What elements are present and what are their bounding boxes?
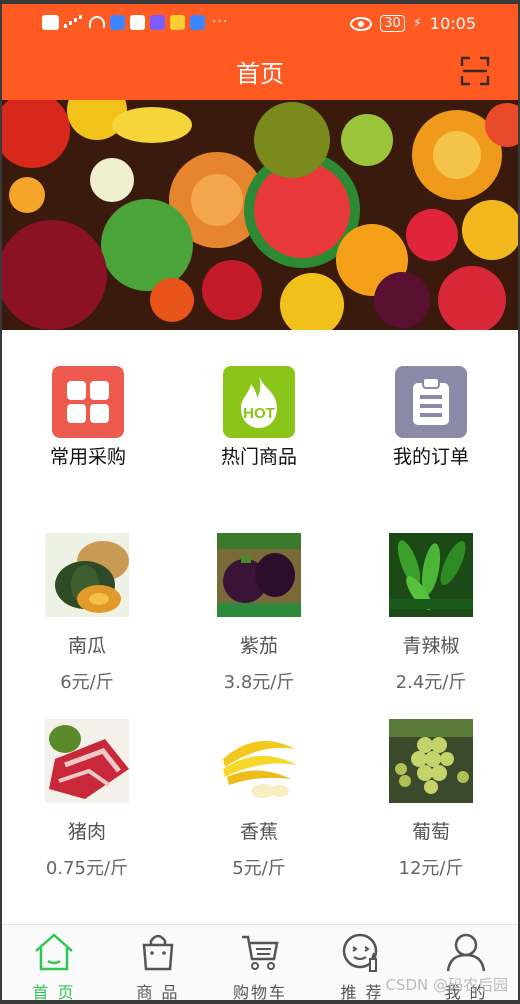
cap-icon <box>150 14 165 30</box>
tab-home[interactable]: 首 页 <box>4 931 104 1000</box>
product-card[interactable]: 猪肉 0.75元/斤 <box>12 719 162 880</box>
product-price: 0.75元/斤 <box>45 858 129 879</box>
banana-image <box>217 719 301 803</box>
tab-cart[interactable]: 购物车 <box>210 931 310 1000</box>
product-card[interactable]: 紫茄 3.8元/斤 <box>184 533 334 694</box>
svg-text:HOT: HOT <box>243 405 275 422</box>
recommend-icon <box>342 933 378 972</box>
pumpkin-image <box>45 533 129 617</box>
product-card[interactable]: 南瓜 6元/斤 <box>12 533 162 694</box>
app-notification-icon <box>130 14 145 30</box>
shield-icon <box>110 14 125 30</box>
home-icon <box>35 933 73 971</box>
fruit-banner[interactable] <box>2 100 518 330</box>
menu-item-hot[interactable]: HOT 热门商品 <box>194 366 324 469</box>
product-name: 南瓜 <box>67 635 106 657</box>
menu-label: 热门商品 <box>220 446 297 468</box>
music-icon <box>190 14 205 30</box>
product-name: 香蕉 <box>239 821 278 843</box>
product-name: 青辣椒 <box>402 635 460 657</box>
status-bar: ··· 30 ⚡ 10:05 <box>2 4 518 44</box>
charging-icon: ⚡ <box>412 16 422 31</box>
battery-level: 30 <box>380 15 405 32</box>
tab-label: 商 品 <box>136 983 180 1000</box>
watermark: CSDN @码农后园 <box>385 976 508 994</box>
product-price: 6元/斤 <box>60 672 114 693</box>
tab-products[interactable]: 商 品 <box>108 931 208 1000</box>
menu-label: 常用采购 <box>49 446 126 468</box>
quick-menu: 常用采购 HOT 热门商品 我的订单 <box>2 330 518 480</box>
menu-item-frequent[interactable]: 常用采购 <box>23 366 153 469</box>
scan-icon[interactable] <box>460 56 490 86</box>
tab-label: 购物车 <box>232 983 287 1000</box>
product-card[interactable]: 香蕉 5元/斤 <box>184 719 334 880</box>
green-pepper-image <box>389 533 473 617</box>
menu-label: 我的订单 <box>392 446 469 468</box>
gallery-icon <box>170 14 185 30</box>
pork-image <box>45 719 129 803</box>
grid-icon <box>52 366 124 438</box>
tab-label: 首 页 <box>32 983 76 1000</box>
menu-item-orders[interactable]: 我的订单 <box>366 366 496 469</box>
status-icons-right: 30 ⚡ 10:05 <box>350 14 476 33</box>
product-price: 5元/斤 <box>232 858 286 879</box>
product-card[interactable]: 青辣椒 2.4元/斤 <box>356 533 506 694</box>
product-grid: 南瓜 6元/斤 紫茄 3.8元/斤 青辣椒 2.4元/斤 猪肉 0.75元/斤 … <box>2 480 518 924</box>
more-notifications: ··· <box>212 14 229 30</box>
hd-icon <box>42 14 59 30</box>
status-icons-left: ··· <box>42 14 228 30</box>
top-bar: ··· 30 ⚡ 10:05 首页 <box>2 4 518 100</box>
product-price: 2.4元/斤 <box>395 672 467 693</box>
hot-fire-icon: HOT <box>223 366 295 438</box>
bottom-tab-bar: 首 页 商 品 购物车 推 荐 我 的 CSDN @码农后园 <box>2 924 518 1000</box>
wifi-icon <box>89 16 105 28</box>
bag-icon <box>142 934 174 971</box>
cart-icon <box>242 935 279 970</box>
product-name: 葡萄 <box>411 821 450 843</box>
page-title: 首页 <box>236 60 284 88</box>
clipboard-icon <box>395 366 467 438</box>
user-icon <box>446 933 486 972</box>
product-name: 紫茄 <box>239 635 278 657</box>
product-price: 3.8元/斤 <box>223 672 295 693</box>
app-screen: ··· 30 ⚡ 10:05 首页 常用采购 HOT 热门商品 我的订单 南瓜 … <box>2 4 518 1000</box>
eggplant-image <box>217 533 301 617</box>
status-time: 10:05 <box>429 14 476 33</box>
product-name: 猪肉 <box>67 821 106 843</box>
grape-image <box>389 719 473 803</box>
eye-icon <box>350 16 373 31</box>
signal-icon <box>64 16 84 28</box>
product-card[interactable]: 葡萄 12元/斤 <box>356 719 506 880</box>
product-price: 12元/斤 <box>398 858 464 879</box>
